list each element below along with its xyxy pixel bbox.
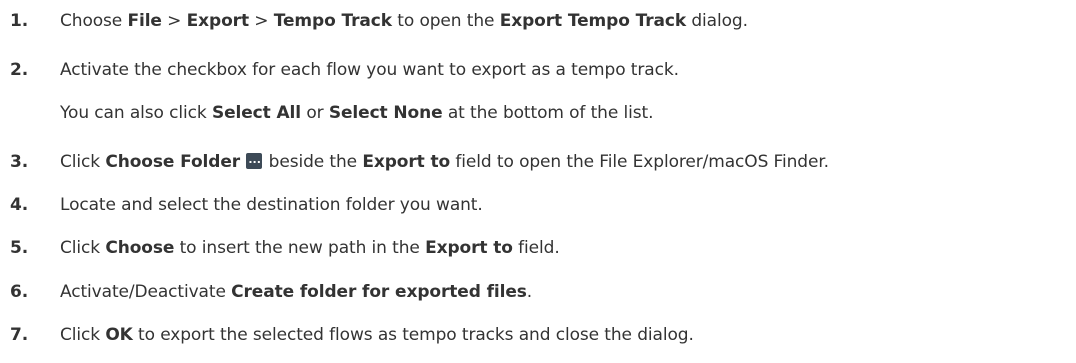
ui-term: Choose Folder [105,152,241,172]
step-text: Activate the checkbox for each flow you … [60,58,679,82]
step-run: Activate/Deactivate [60,282,232,302]
step-run: Click [60,238,106,258]
ui-term: OK [105,325,133,345]
step-text: You can also click Select All or Select … [60,101,654,125]
step-run: at the bottom of the list. [442,103,654,123]
step-run: > [248,11,274,31]
step-run: to open the [391,11,500,31]
step-run: Activate the checkbox for each flow you … [60,60,679,80]
step-run: . [526,282,533,302]
ui-term: Tempo Track [273,11,392,31]
step-number: 1. [10,11,29,31]
ellipsis-button-icon [246,148,263,172]
step-run: Click [60,152,106,172]
step-number: 5. [10,238,29,258]
step-run: field. [512,238,560,258]
step-number: 4. [10,195,29,215]
ui-term: Choose [105,238,175,258]
step-text: Choose File > Export > Tempo Track to op… [60,9,748,33]
step-text: Click Choose to insert the new path in t… [60,236,560,260]
ui-term: Create folder for exported files [231,282,527,302]
step-run: > [161,11,187,31]
step-number: 6. [10,282,29,302]
ui-term: Export [186,11,249,31]
step-run: field to open the File Explorer/macOS Fi… [450,152,829,172]
step-run: Click [60,325,106,345]
step-run: Locate and select the destination folder… [60,195,483,215]
step-number: 2. [10,60,29,80]
step-text: Activate/Deactivate Create folder for ex… [60,280,532,304]
ui-term: Select All [211,103,302,123]
step-run: to export the selected flows as tempo tr… [132,325,694,345]
ui-term: Export Tempo Track [499,11,687,31]
step-run: You can also click [60,103,212,123]
ui-term: File [127,11,162,31]
ui-term: Select None [328,103,443,123]
step-text: Click Choose Folder beside the Export to… [60,148,829,174]
step-run: to insert the new path in the [174,238,426,258]
step-text: Click OK to export the selected flows as… [60,323,694,347]
step-run: beside the [263,152,363,172]
step-number: 3. [10,152,29,172]
ui-term: Export to [425,238,513,258]
step-run: or [301,103,329,123]
step-number: 7. [10,325,29,345]
ui-term: Export to [362,152,451,172]
step-run [240,152,245,172]
step-run: Choose [60,11,128,31]
step-text: Locate and select the destination folder… [60,193,483,217]
instruction-steps: 1. Choose File > Export > Tempo Track to… [0,0,1076,363]
step-run: dialog. [686,11,748,31]
